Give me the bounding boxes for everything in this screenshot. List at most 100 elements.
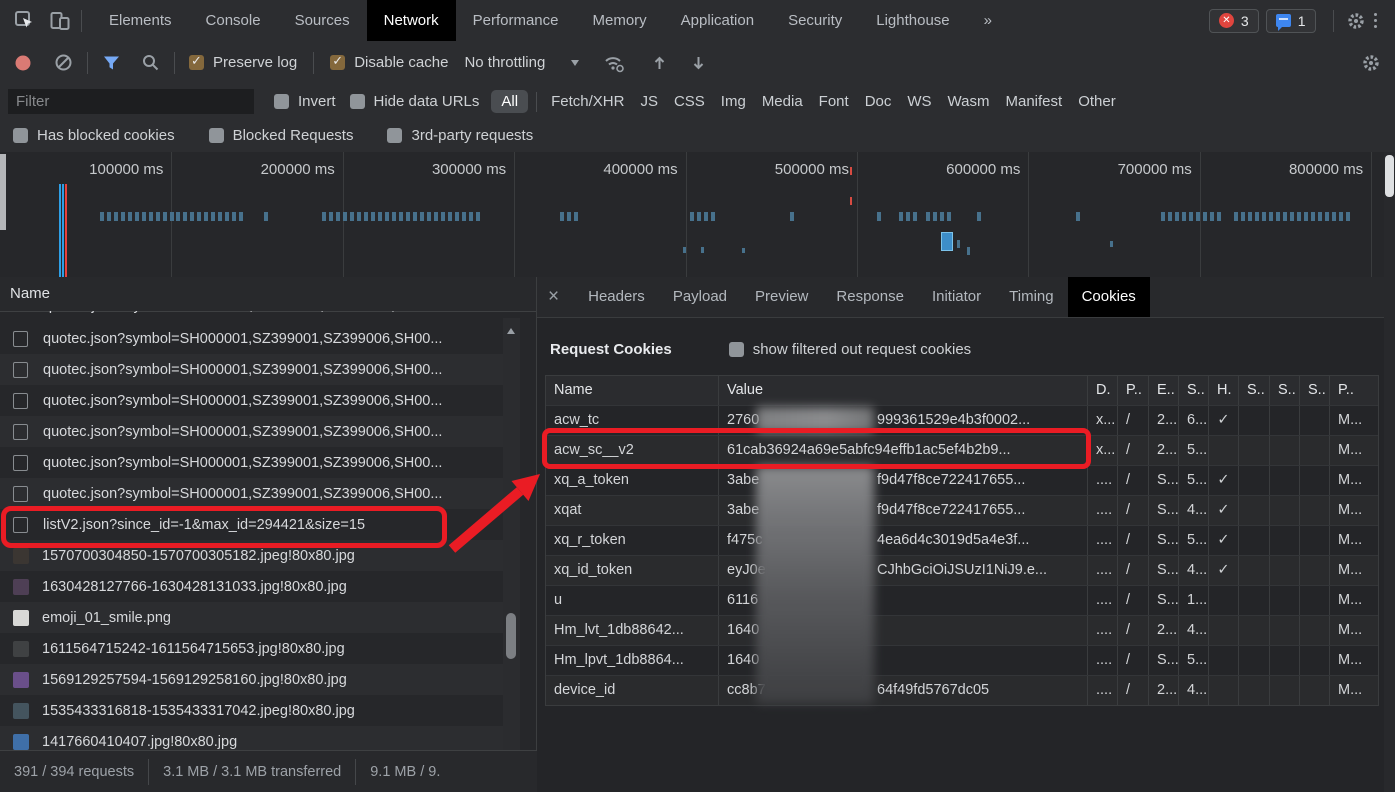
request-row[interactable]: quotec.json?symbol=SH000001,SZ399001,SZ3… (0, 323, 504, 354)
checkbox-has-blocked-cookies[interactable] (13, 128, 28, 143)
chevron-down-icon[interactable] (571, 60, 580, 70)
invert-checkbox[interactable] (274, 94, 289, 109)
filter-type-manifest[interactable]: Manifest (998, 90, 1071, 113)
cookie-row-xq-id-token[interactable]: xq_id_token eyJ0e CJhbGciOiJSUzI1NiJ9.e...… (546, 555, 1378, 585)
cookie-row-hm-lvt-1db88642[interactable]: Hm_lvt_1db88642... 1640..../2... 4... M... (546, 615, 1378, 645)
search-icon[interactable] (141, 53, 160, 72)
detail-tab-headers[interactable]: Headers (574, 277, 659, 317)
request-row[interactable]: 1569129257594-1569129258160.jpg!80x80.jp… (0, 664, 504, 695)
record-network-log-icon[interactable] (14, 54, 32, 72)
tab-memory[interactable]: Memory (576, 0, 664, 41)
filter-type-all[interactable]: All (491, 90, 529, 113)
cookie-row-device-id[interactable]: device_id cc8b7 64f49fd5767dc05..../2... 4.… (546, 675, 1378, 705)
cookie-row-hm-lpvt-1db8864[interactable]: Hm_lpvt_1db8864... 1640.... / S... 5... M... (546, 645, 1378, 675)
tab-security[interactable]: Security (771, 0, 859, 41)
request-filter-3rd-party-requests[interactable]: 3rd-party requests (387, 127, 533, 144)
filter-type-media[interactable]: Media (754, 90, 811, 113)
filter-funnel-icon[interactable] (102, 54, 121, 72)
preserve-log-checkbox[interactable] (189, 53, 204, 70)
filter-type-other[interactable]: Other (1070, 90, 1124, 113)
column-header-priority[interactable]: P.. (1330, 376, 1378, 405)
request-filter-has-blocked-cookies[interactable]: Has blocked cookies (13, 127, 175, 144)
issues-badge[interactable]: 1 (1265, 8, 1316, 33)
tab-performance[interactable]: Performance (456, 0, 576, 41)
detail-tab-cookies[interactable]: Cookies (1067, 277, 1150, 317)
throttling-select[interactable]: No throttling (464, 54, 545, 71)
request-row[interactable]: quotec.json?symbol=SH000001,SZ399001,SZ3… (0, 416, 504, 447)
column-header-expires[interactable]: E.. (1149, 376, 1179, 405)
filter-type-font[interactable]: Font (811, 90, 857, 113)
network-settings-gear-icon[interactable] (1361, 53, 1381, 73)
filter-type-js[interactable]: JS (632, 90, 666, 113)
tab-more-tabs[interactable]: » (967, 0, 1009, 41)
error-badge[interactable]: ✕ 3 (1208, 8, 1259, 33)
detail-tab-payload[interactable]: Payload (659, 277, 741, 317)
detail-tab-response[interactable]: Response (822, 277, 918, 317)
request-row[interactable]: quotec.json?symbol=SH000001,SZ399001,SZ3… (0, 447, 504, 478)
column-header-name[interactable]: Name (546, 376, 719, 405)
disable-cache-checkbox[interactable] (330, 53, 346, 70)
scrollbar-thumb[interactable] (1385, 155, 1394, 197)
request-row[interactable]: 1611564715242-1611564715653.jpg!80x80.jp… (0, 633, 504, 664)
column-header-sameparty[interactable]: S.. (1300, 376, 1330, 405)
scroll-up-icon[interactable] (507, 324, 515, 334)
request-list-scrollbar[interactable] (503, 318, 520, 791)
tab-application[interactable]: Application (664, 0, 771, 41)
tab-lighthouse[interactable]: Lighthouse (859, 0, 966, 41)
request-row[interactable]: quotec.json?symbol=SH000001,SZ399001,SZ3… (0, 478, 504, 509)
device-toolbar-icon[interactable] (49, 10, 71, 32)
close-icon[interactable]: × (548, 277, 559, 317)
request-row[interactable]: quotec.json?symbol=SH000001,SZ399001,SZ3… (0, 385, 504, 416)
detail-tab-initiator[interactable]: Initiator (918, 277, 995, 317)
show-filtered-cookies-checkbox[interactable] (728, 341, 744, 357)
checkbox-blocked-requests[interactable] (208, 128, 224, 143)
request-row[interactable]: emoji_01_smile.png (0, 602, 504, 633)
filter-type-ws[interactable]: WS (899, 90, 939, 113)
filter-type-wasm[interactable]: Wasm (940, 90, 998, 113)
tab-elements[interactable]: Elements (92, 0, 189, 41)
import-har-icon[interactable] (651, 54, 668, 72)
scrollbar-thumb[interactable] (506, 613, 516, 659)
detail-panel-scrollbar[interactable] (1384, 152, 1395, 792)
filter-input[interactable] (8, 89, 254, 114)
timeline-tick (1262, 212, 1266, 221)
checkbox-3rd-party-requests[interactable] (387, 128, 403, 143)
filter-type-img[interactable]: Img (713, 90, 754, 113)
transferred-size: 3.1 MB / 3.1 MB transferred (163, 763, 342, 780)
network-conditions-icon[interactable] (603, 53, 625, 73)
column-header-httponly[interactable]: H. (1209, 376, 1239, 405)
clear-network-log-icon[interactable] (54, 53, 73, 72)
settings-gear-icon[interactable] (1346, 11, 1366, 31)
tab-network[interactable]: Network (366, 0, 456, 41)
network-overview-timeline[interactable]: 100000 ms 200000 ms 300000 ms 400000 ms 5000… (0, 152, 1395, 278)
toolbar-separator (1332, 9, 1334, 32)
cookie-secure (1239, 676, 1270, 705)
filter-type-doc[interactable]: Doc (857, 90, 900, 113)
tab-console[interactable]: Console (189, 0, 278, 41)
cookie-row-u[interactable]: u 6116.... / S... 1... M... (546, 585, 1378, 615)
export-har-icon[interactable] (690, 54, 707, 72)
request-row[interactable]: quotec.json?symbol=SH000001,SZ399001,SZ3… (0, 354, 504, 385)
request-row[interactable]: 1535433316818-1535433317042.jpeg!80x80.j… (0, 695, 504, 726)
cookie-row-xq-r-token[interactable]: xq_r_token f475c 4ea6d4c3019d5a4e3f.......… (546, 525, 1378, 555)
column-header-secure[interactable]: S.. (1239, 376, 1270, 405)
request-row[interactable]: 1630428127766-1630428131033.jpg!80x80.jp… (0, 571, 504, 602)
column-header-samesite[interactable]: S.. (1270, 376, 1300, 405)
inspect-element-icon[interactable] (14, 10, 35, 31)
cookie-row-xq-a-token[interactable]: xq_a_token 3abe f9d47f8ce722417655....... /… (546, 465, 1378, 495)
filter-type-css[interactable]: CSS (666, 90, 713, 113)
column-header-value[interactable]: Value (719, 376, 1088, 405)
cookie-row-xqat[interactable]: xqat 3abe f9d47f8ce722417655....... / S... 4.… (546, 495, 1378, 525)
cookie-secure (1239, 646, 1270, 675)
more-options-icon[interactable] (1373, 12, 1377, 29)
hide-data-urls-checkbox[interactable] (349, 94, 365, 109)
request-filter-blocked-requests[interactable]: Blocked Requests (208, 127, 353, 144)
filter-type-fetch-xhr[interactable]: Fetch/XHR (543, 90, 632, 113)
detail-tab-timing[interactable]: Timing (995, 277, 1067, 317)
detail-tab-preview[interactable]: Preview (741, 277, 822, 317)
column-header-domain[interactable]: D. (1088, 376, 1118, 405)
column-header-size[interactable]: S.. (1179, 376, 1209, 405)
tab-sources[interactable]: Sources (278, 0, 367, 41)
name-column-header[interactable]: Name (0, 277, 536, 312)
column-header-path[interactable]: P.. (1118, 376, 1149, 405)
